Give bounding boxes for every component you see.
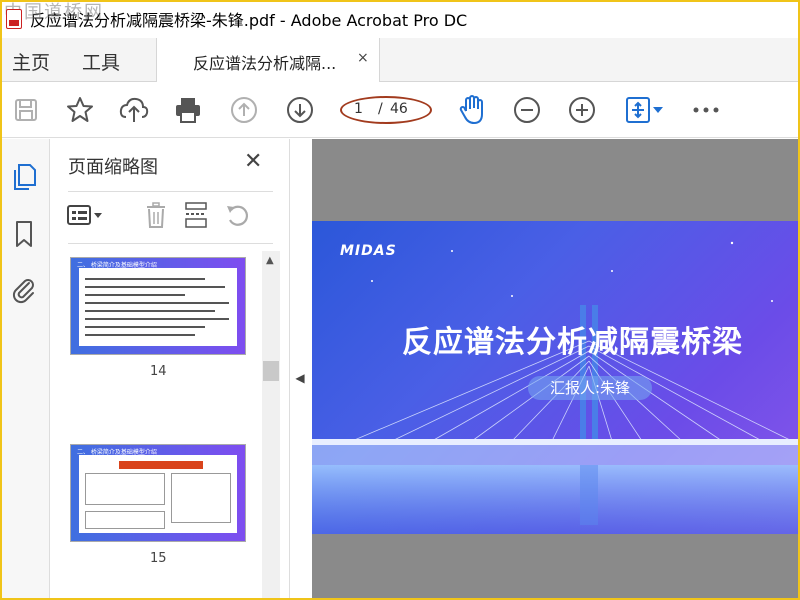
thumbnail-heading: 二、 桥梁简介及基础模型介绍 — [77, 449, 157, 456]
page-thumbnail-14[interactable]: 二、 桥梁简介及基础模型介绍 — [70, 257, 246, 355]
tab-document-label: 反应谱法分析减隔... — [193, 54, 337, 73]
scroll-up-icon[interactable]: ▲ — [266, 255, 274, 266]
thumbnail-options-icon[interactable] — [66, 201, 106, 229]
thumbnails-scrollbar[interactable]: ▲ — [262, 251, 280, 600]
zoom-in-icon[interactable] — [566, 94, 598, 126]
insert-page-icon[interactable] — [182, 201, 210, 229]
thumbnail-content — [79, 268, 237, 346]
tab-document[interactable]: 反应谱法分析减隔... × — [156, 38, 380, 82]
attachment-icon[interactable] — [9, 275, 39, 305]
upload-icon[interactable] — [118, 94, 150, 126]
print-icon[interactable] — [172, 94, 204, 126]
slide-title: 反应谱法分析减隔震桥梁 — [402, 325, 743, 360]
total-pages: 46 — [390, 101, 408, 117]
page-down-icon[interactable] — [284, 94, 316, 126]
tab-tools[interactable]: 工具 — [82, 48, 120, 75]
document-viewer[interactable]: MIDAS 反应谱法分析减隔震桥梁 汇报人:朱锋 — [312, 139, 800, 600]
bookmark-icon[interactable] — [9, 219, 39, 249]
midas-logo: MIDAS — [340, 243, 397, 259]
title-bar: 中国道桥网 反应谱法分析减隔震桥梁-朱锋.pdf - Adobe Acrobat… — [0, 0, 800, 38]
close-tab-icon[interactable]: × — [357, 50, 369, 66]
hand-icon[interactable] — [456, 94, 488, 126]
more-icon[interactable] — [690, 94, 722, 126]
collapse-panel-icon[interactable]: ◀ — [292, 360, 308, 396]
page-up-icon[interactable] — [228, 94, 260, 126]
thumbnail-page-number: 14 — [150, 364, 167, 379]
thumbnails-panel: 页面缩略图 ✕ 二、 桥梁简介及基础模型介绍 14 二、 桥梁简介及基础模型介绍… — [50, 139, 290, 600]
page-separator: / — [378, 101, 383, 117]
tab-home[interactable]: 主页 — [12, 48, 50, 75]
current-page-input[interactable]: 1 — [354, 101, 363, 117]
star-icon[interactable] — [64, 94, 96, 126]
page-number-box[interactable]: 1 / 46 — [340, 96, 432, 124]
slide-page: MIDAS 反应谱法分析减隔震桥梁 汇报人:朱锋 — [312, 221, 800, 534]
chevron-down-icon[interactable] — [650, 94, 666, 126]
scrollbar-thumb[interactable] — [263, 361, 279, 381]
thumbnail-page-number: 15 — [150, 551, 167, 566]
slide-reporter: 汇报人:朱锋 — [528, 376, 652, 400]
rotate-icon[interactable] — [224, 201, 252, 229]
close-panel-icon[interactable]: ✕ — [244, 149, 262, 174]
divider — [68, 191, 273, 192]
pdf-file-icon — [6, 9, 22, 29]
delete-icon[interactable] — [142, 201, 170, 229]
main-toolbar: 1 / 46 — [0, 82, 800, 138]
page-thumbnail-15[interactable]: 二、 桥梁简介及基础模型介绍 — [70, 444, 246, 542]
zoom-out-icon[interactable] — [511, 94, 543, 126]
save-icon[interactable] — [10, 94, 42, 126]
left-rail — [0, 139, 50, 600]
pages-icon[interactable] — [9, 161, 39, 191]
tab-bar: 主页 工具 反应谱法分析减隔... × — [0, 38, 800, 82]
panel-title: 页面缩略图 — [68, 157, 158, 178]
thumbnail-heading: 二、 桥梁简介及基础模型介绍 — [77, 262, 157, 269]
divider — [68, 243, 273, 244]
thumbnail-content — [79, 455, 237, 533]
